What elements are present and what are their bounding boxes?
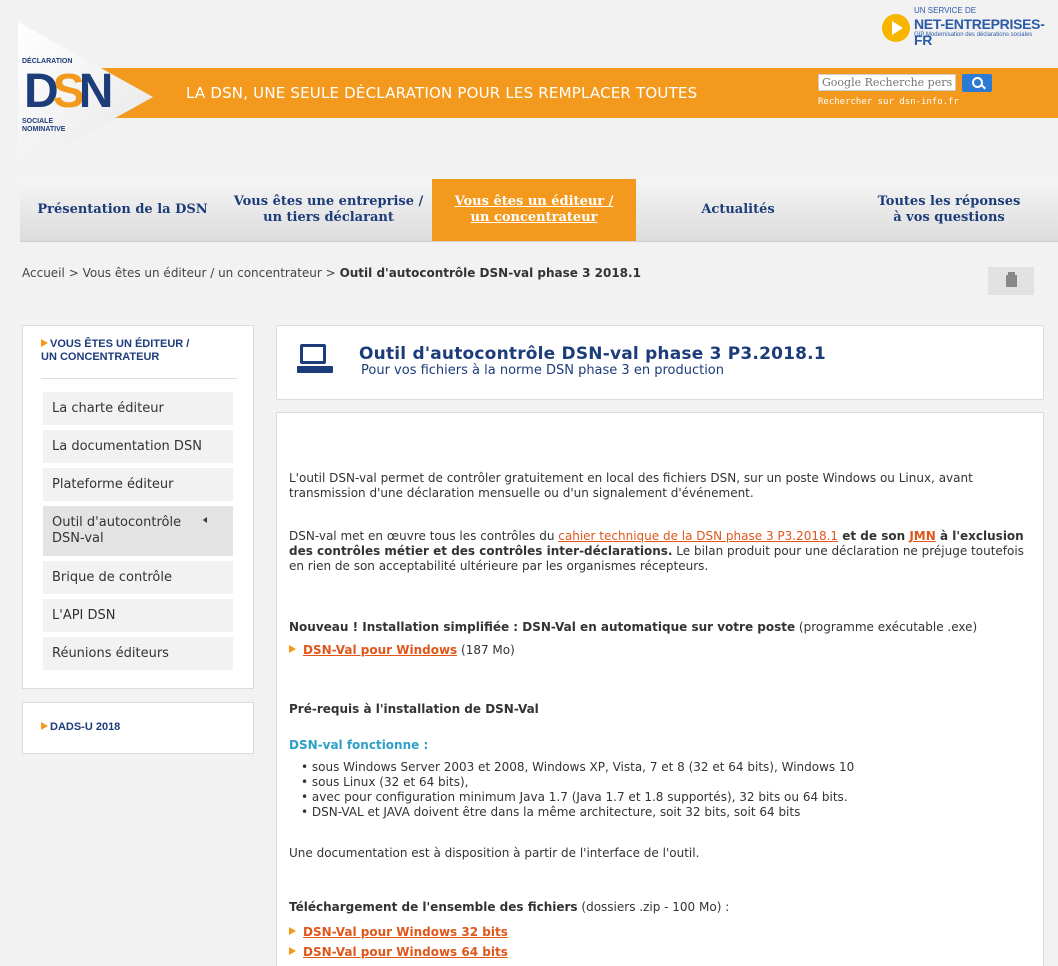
caret-left-icon bbox=[203, 517, 207, 523]
logo-top-text: DÉCLARATION bbox=[22, 58, 73, 65]
search-button[interactable] bbox=[962, 74, 992, 92]
sidebar-item-api[interactable]: L'API DSN bbox=[43, 599, 233, 632]
works-title: DSN-val fonctionne : bbox=[289, 738, 429, 752]
download-32-link[interactable]: DSN-Val pour Windows 32 bits bbox=[303, 925, 508, 939]
download-32-row: DSN-Val pour Windows 32 bits bbox=[289, 925, 508, 939]
service-small-text: UN SERVICE DE bbox=[914, 6, 977, 15]
dsn-logo[interactable]: DÉCLARATION DSN SOCIALE NOMINATIVE bbox=[18, 22, 153, 172]
dads-u-box[interactable]: DADS-U 2018 bbox=[22, 702, 254, 754]
banner-title: LA DSN, UNE SEULE DÉCLARATION POUR LES R… bbox=[186, 84, 698, 102]
dads-u-label: DADS-U 2018 bbox=[50, 721, 121, 733]
jmn-link[interactable]: JMN bbox=[909, 529, 935, 543]
main-nav: Présentation de la DSN Vous êtes une ent… bbox=[20, 179, 1058, 242]
page-title-box: Outil d'autocontrôle DSN-val phase 3 P3.… bbox=[276, 325, 1044, 400]
triangle-icon bbox=[41, 722, 48, 730]
breadcrumb-home[interactable]: Accueil bbox=[22, 266, 65, 280]
sidebar-heading[interactable]: VOUS ÊTES UN ÉDITEUR / UN CONCENTRATEUR bbox=[41, 338, 189, 364]
nav-presentation[interactable]: Présentation de la DSN bbox=[20, 179, 225, 241]
download-all-line: Téléchargement de l'ensemble des fichier… bbox=[289, 900, 730, 914]
main-content: L'outil DSN-val permet de contrôler grat… bbox=[276, 412, 1044, 966]
page-title: Outil d'autocontrôle DSN-val phase 3 P3.… bbox=[359, 344, 826, 364]
cahier-technique-link[interactable]: cahier technique de la DSN phase 3 P3.20… bbox=[558, 529, 838, 543]
doc-note: Une documentation est à disposition à pa… bbox=[289, 846, 700, 860]
sidebar-item-charte[interactable]: La charte éditeur bbox=[43, 392, 233, 425]
list-item: • sous Linux (32 et 64 bits), bbox=[301, 775, 469, 789]
new-install-line: Nouveau ! Installation simplifiée : DSN-… bbox=[289, 620, 978, 634]
search-input[interactable] bbox=[818, 74, 956, 91]
sidebar-item-dsn-val[interactable]: Outil d'autocontrôle DSN-val bbox=[43, 506, 233, 556]
download-windows-row: DSN-Val pour Windows (187 Mo) bbox=[289, 643, 515, 657]
requirements-list: • sous Windows Server 2003 et 2008, Wind… bbox=[301, 760, 854, 820]
sidebar-item-reunions[interactable]: Réunions éditeurs bbox=[43, 637, 233, 670]
sidebar-item-brique[interactable]: Brique de contrôle bbox=[43, 561, 233, 594]
intro-paragraph: L'outil DSN-val permet de contrôler grat… bbox=[289, 471, 973, 500]
download-64-link[interactable]: DSN-Val pour Windows 64 bits bbox=[303, 945, 508, 959]
list-item: • sous Windows Server 2003 et 2008, Wind… bbox=[301, 760, 855, 774]
logo-bottom-text: SOCIALE NOMINATIVE bbox=[22, 118, 66, 133]
breadcrumb-section[interactable]: Vous êtes un éditeur / un concentrateur bbox=[83, 266, 322, 280]
arrow-icon bbox=[289, 947, 296, 955]
nav-faq[interactable]: Toutes les réponses à vos questions bbox=[840, 179, 1058, 241]
nav-entreprise[interactable]: Vous êtes une entreprise / un tiers décla… bbox=[225, 179, 432, 241]
page-subtitle: Pour vos fichiers à la norme DSN phase 3… bbox=[361, 363, 725, 378]
net-entreprises-logo[interactable]: UN SERVICE DE NET-ENTREPRISES-FR GIP Mod… bbox=[882, 4, 1052, 48]
arrow-icon bbox=[289, 927, 296, 935]
print-icon bbox=[1006, 272, 1017, 287]
download-64-row: DSN-Val pour Windows 64 bits bbox=[289, 945, 508, 959]
search-hint: Rechercher sur dsn-info.fr bbox=[818, 97, 959, 107]
logo-dsn-letters: DSN bbox=[24, 65, 113, 118]
header-banner: LA DSN, UNE SEULE DÉCLARATION POUR LES R… bbox=[20, 68, 1058, 118]
triangle-icon bbox=[41, 339, 48, 347]
arrow-icon bbox=[289, 645, 296, 653]
list-item: • DSN-VAL et JAVA doivent être dans la m… bbox=[301, 805, 801, 819]
breadcrumb: Accueil > Vous êtes un éditeur / un conc… bbox=[22, 266, 641, 280]
service-tagline: GIP Modernisation des déclarations socia… bbox=[914, 32, 1033, 38]
divider bbox=[41, 378, 237, 379]
nav-editeur[interactable]: Vous êtes un éditeur / un concentrateur bbox=[432, 179, 636, 241]
sidebar-item-documentation[interactable]: La documentation DSN bbox=[43, 430, 233, 463]
list-item: • avec pour configuration minimum Java 1… bbox=[301, 790, 848, 804]
sidebar-item-plateforme[interactable]: Plateforme éditeur bbox=[43, 468, 233, 501]
download-windows-link[interactable]: DSN-Val pour Windows bbox=[303, 643, 457, 657]
nav-actualites[interactable]: Actualités bbox=[636, 179, 840, 241]
breadcrumb-current: Outil d'autocontrôle DSN-val phase 3 201… bbox=[339, 266, 641, 280]
controls-paragraph: DSN-val met en œuvre tous les contrôles … bbox=[289, 529, 1024, 573]
prereq-title: Pré-requis à l'installation de DSN-Val bbox=[289, 702, 539, 716]
sidebar: VOUS ÊTES UN ÉDITEUR / UN CONCENTRATEUR L… bbox=[22, 325, 254, 689]
play-icon bbox=[882, 14, 910, 42]
print-button[interactable] bbox=[988, 267, 1034, 295]
computer-icon bbox=[297, 344, 333, 374]
